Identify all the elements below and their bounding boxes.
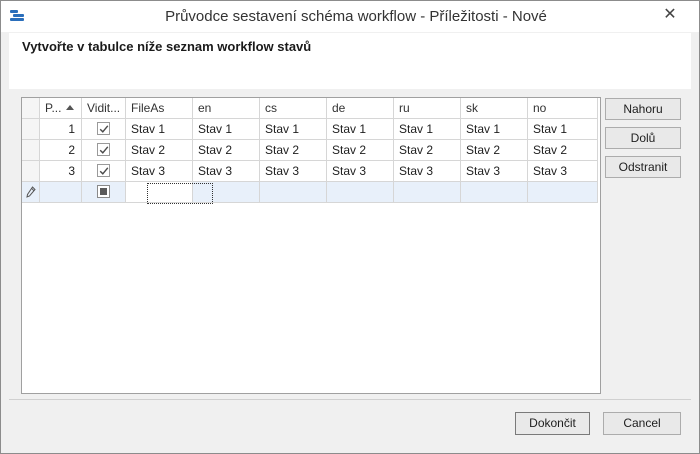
row-header[interactable]	[22, 161, 40, 182]
cell-no[interactable]: Stav 3	[528, 161, 598, 182]
cell-visible[interactable]	[82, 140, 126, 161]
cell-sk[interactable]: Stav 1	[461, 119, 528, 140]
cell-cs[interactable]: Stav 1	[260, 119, 327, 140]
column-header-visible[interactable]: Vidit...	[82, 98, 126, 119]
states-grid[interactable]: P... Vidit... FileAs en cs de ru sk no 1…	[21, 97, 601, 394]
page-title: Vytvořte v tabulce níže seznam workflow …	[22, 39, 312, 54]
row-header[interactable]	[22, 119, 40, 140]
visible-checkbox[interactable]	[97, 164, 110, 177]
window-title: Průvodce sestavení schéma workflow - Pří…	[165, 8, 547, 25]
cell-position[interactable]: 3	[40, 161, 82, 182]
cell-ru[interactable]: Stav 2	[394, 140, 461, 161]
cell-visible[interactable]	[82, 161, 126, 182]
new-cell-cs[interactable]	[260, 182, 327, 203]
visible-checkbox[interactable]	[97, 122, 110, 135]
title-bar: Průvodce sestavení schéma workflow - Pří…	[1, 1, 699, 32]
cell-no[interactable]: Stav 2	[528, 140, 598, 161]
indeterminate-checkbox[interactable]	[97, 185, 110, 198]
footer-separator	[9, 399, 691, 400]
wizard-window: Průvodce sestavení schéma workflow - Pří…	[0, 0, 700, 454]
column-header-ru[interactable]: ru	[394, 98, 461, 119]
column-header-en[interactable]: en	[193, 98, 260, 119]
column-header-no[interactable]: no	[528, 98, 598, 119]
cell-fileas[interactable]: Stav 1	[126, 119, 193, 140]
new-cell-fileas[interactable]	[126, 182, 193, 203]
cell-position[interactable]: 2	[40, 140, 82, 161]
column-header-sk[interactable]: sk	[461, 98, 528, 119]
cancel-button[interactable]: Cancel	[603, 412, 681, 435]
move-down-button[interactable]: Dolů	[605, 127, 681, 149]
check-icon	[99, 167, 109, 175]
column-header-de[interactable]: de	[327, 98, 394, 119]
column-header-position[interactable]: P...	[40, 98, 82, 119]
new-row-header[interactable]	[22, 182, 40, 203]
cell-sk[interactable]: Stav 3	[461, 161, 528, 182]
new-cell-position[interactable]	[40, 182, 82, 203]
pencil-icon	[26, 186, 36, 198]
header-area: Vytvořte v tabulce níže seznam workflow …	[9, 33, 691, 89]
cell-no[interactable]: Stav 1	[528, 119, 598, 140]
new-cell-de[interactable]	[327, 182, 394, 203]
grid-corner	[22, 98, 40, 119]
column-header-fileas[interactable]: FileAs	[126, 98, 193, 119]
cell-position[interactable]: 1	[40, 119, 82, 140]
column-header-cs[interactable]: cs	[260, 98, 327, 119]
cell-visible[interactable]	[82, 119, 126, 140]
new-cell-en[interactable]	[193, 182, 260, 203]
close-icon: ✕	[663, 6, 677, 23]
cell-sk[interactable]: Stav 2	[461, 140, 528, 161]
new-cell-no[interactable]	[528, 182, 598, 203]
check-icon	[99, 146, 109, 154]
cell-cs[interactable]: Stav 3	[260, 161, 327, 182]
cell-de[interactable]: Stav 1	[327, 119, 394, 140]
new-cell-sk[interactable]	[461, 182, 528, 203]
cell-cs[interactable]: Stav 2	[260, 140, 327, 161]
cell-en[interactable]: Stav 2	[193, 140, 260, 161]
app-icon	[10, 10, 24, 22]
close-button[interactable]: ✕	[661, 6, 679, 24]
check-icon	[99, 125, 109, 133]
cell-en[interactable]: Stav 1	[193, 119, 260, 140]
cell-fileas[interactable]: Stav 3	[126, 161, 193, 182]
move-up-button[interactable]: Nahoru	[605, 98, 681, 120]
row-header[interactable]	[22, 140, 40, 161]
remove-button[interactable]: Odstranit	[605, 156, 681, 178]
sort-ascending-icon	[66, 105, 75, 111]
new-cell-visible[interactable]	[82, 182, 126, 203]
cell-de[interactable]: Stav 2	[327, 140, 394, 161]
visible-checkbox[interactable]	[97, 143, 110, 156]
cell-en[interactable]: Stav 3	[193, 161, 260, 182]
cell-de[interactable]: Stav 3	[327, 161, 394, 182]
cell-fileas[interactable]: Stav 2	[126, 140, 193, 161]
finish-button[interactable]: Dokončit	[515, 412, 590, 435]
cell-ru[interactable]: Stav 1	[394, 119, 461, 140]
cell-ru[interactable]: Stav 3	[394, 161, 461, 182]
new-cell-ru[interactable]	[394, 182, 461, 203]
